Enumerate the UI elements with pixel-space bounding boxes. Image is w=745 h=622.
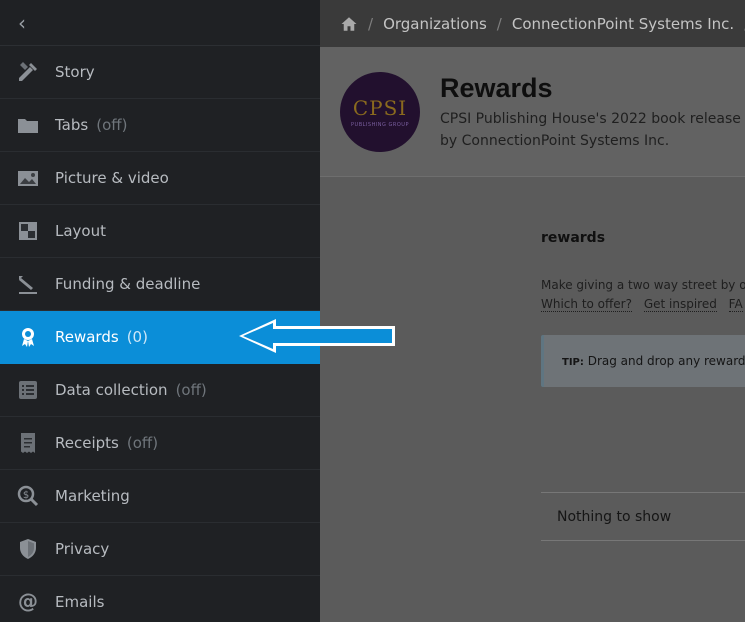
layout-icon (0, 219, 55, 243)
sidebar-item-extra: (off) (96, 116, 128, 134)
logo-text: CPSI (352, 96, 408, 120)
link-which-to-offer[interactable]: Which to offer? (541, 297, 632, 312)
breadcrumb: / Organizations / ConnectionPoint System… (320, 0, 745, 47)
tip-label: TIP: (562, 357, 584, 368)
sidebar-item-data-collection[interactable]: Data collection (off) (0, 364, 320, 417)
breadcrumb-separator: / (368, 14, 374, 33)
sidebar-item-funding-deadline[interactable]: Funding & deadline (0, 258, 320, 311)
divider (541, 492, 745, 493)
rewards-description: Make giving a two way street by o (541, 278, 745, 292)
sidebar-item-story[interactable]: Story (0, 46, 320, 99)
sidebar-item-privacy[interactable]: Privacy (0, 523, 320, 576)
campaign-description-line: CPSI Publishing House's 2022 book releas… (440, 111, 745, 127)
breadcrumb-organization-name[interactable]: ConnectionPoint Systems Inc. (512, 15, 734, 33)
pencil-ruler-icon (0, 60, 55, 84)
sidebar-item-extra: (0) (126, 328, 148, 346)
at-icon: @ (0, 590, 55, 614)
sidebar: ‹ Story Tabs (off) Picture & video Layou… (0, 0, 320, 622)
sidebar-item-receipts[interactable]: Receipts (off) (0, 417, 320, 470)
home-icon[interactable] (340, 15, 358, 33)
sidebar-item-label: Privacy (55, 540, 110, 558)
folder-icon (0, 113, 55, 137)
pointer-arrow-icon (239, 319, 395, 353)
sidebar-item-extra: (off) (126, 434, 159, 452)
sidebar-item-picture-video[interactable]: Picture & video (0, 152, 320, 205)
marketing-icon: $ (0, 484, 55, 508)
sidebar-item-label: Funding & deadline (55, 275, 201, 293)
sidebar-item-label: Layout (55, 222, 106, 240)
sidebar-item-label: Tabs (55, 116, 89, 134)
logo-subtext: PUBLISHING GROUP (351, 122, 409, 128)
empty-state-text: Nothing to show (557, 509, 672, 525)
sidebar-item-label: Marketing (55, 487, 130, 505)
back-chevron-icon[interactable]: ‹ (18, 13, 26, 33)
receipt-icon (0, 431, 55, 455)
svg-text:$: $ (22, 490, 28, 501)
sidebar-item-layout[interactable]: Layout (0, 205, 320, 258)
page-title: Rewards (440, 73, 553, 103)
tip-box: TIP: Drag and drop any reward (541, 335, 745, 387)
sidebar-item-marketing[interactable]: $ Marketing (0, 470, 320, 523)
sidebar-item-emails[interactable]: @ Emails (0, 576, 320, 622)
link-faq[interactable]: FA (728, 297, 743, 312)
sidebar-item-label: Data collection (55, 381, 168, 399)
divider (541, 540, 745, 541)
sidebar-item-extra: (off) (175, 381, 207, 399)
breadcrumb-organizations[interactable]: Organizations (383, 15, 487, 33)
campaign-description: CPSI Publishing House's 2022 book releas… (440, 108, 745, 152)
organization-logo: CPSI PUBLISHING GROUP (340, 72, 420, 152)
list-icon (0, 378, 55, 402)
shield-icon (0, 537, 55, 561)
campaign-owner-line: by ConnectionPoint Systems Inc. (440, 133, 670, 149)
sidebar-header: ‹ (0, 0, 320, 46)
breadcrumb-separator: / (496, 14, 502, 33)
ribbon-icon (0, 325, 55, 349)
sidebar-item-label: Picture & video (55, 169, 169, 187)
funding-icon (0, 272, 55, 296)
sidebar-item-label: Emails (55, 593, 105, 611)
tip-text: Drag and drop any reward (587, 354, 745, 368)
sidebar-item-tabs[interactable]: Tabs (off) (0, 99, 320, 152)
rewards-section-title: rewards (541, 230, 606, 246)
link-get-inspired[interactable]: Get inspired (643, 297, 717, 312)
campaign-header: CPSI PUBLISHING GROUP Rewards CPSI Publi… (320, 47, 745, 177)
image-icon (0, 166, 55, 190)
svg-text:@: @ (18, 590, 38, 613)
sidebar-item-label: Rewards (55, 328, 119, 346)
help-links: Which to offer? Get inspired FA (541, 297, 745, 312)
sidebar-item-label: Story (55, 63, 95, 81)
sidebar-item-label: Receipts (55, 434, 119, 452)
